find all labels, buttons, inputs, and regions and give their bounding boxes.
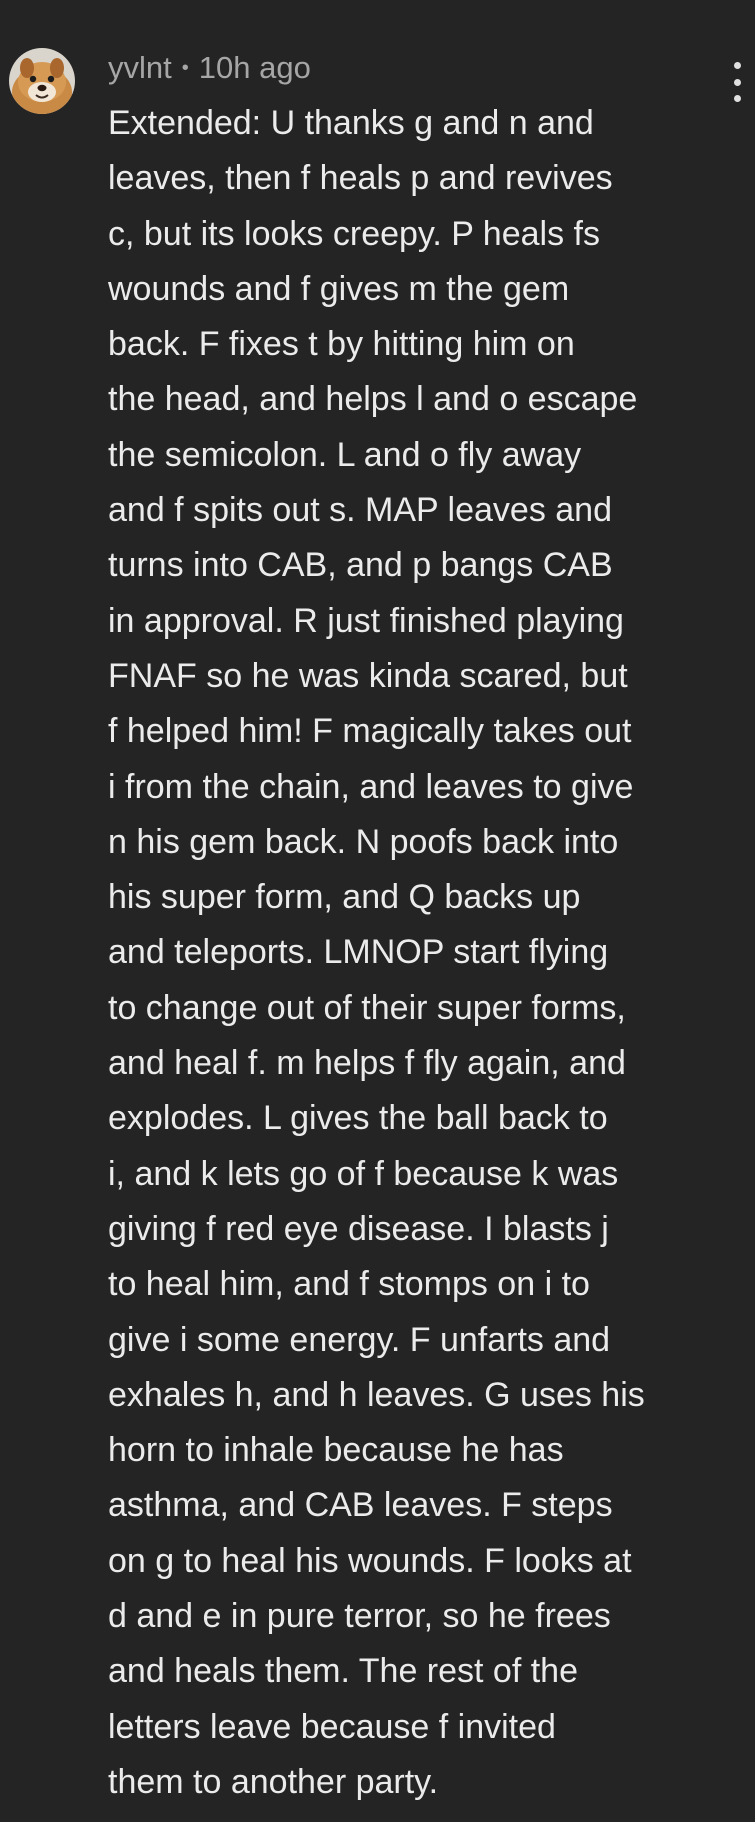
comment-text-line: giving f red eye disease. I blasts j bbox=[108, 1209, 609, 1248]
comment-text-line: Extended: U thanks g and n and bbox=[108, 104, 594, 142]
comment-text-line: asthma, and CAB leaves. F steps bbox=[108, 1486, 613, 1525]
comment-text-line: and f spits out s. MAP leaves and bbox=[108, 491, 612, 530]
comment-text-line: FNAF so he was kinda scared, but bbox=[108, 656, 628, 695]
menu-dot bbox=[733, 62, 741, 69]
comment-text-line: c, but its looks creepy. P heals fs bbox=[108, 214, 600, 253]
comment-text-line: give i some energy. F unfarts and bbox=[108, 1320, 611, 1359]
timestamp: 10h ago bbox=[198, 50, 311, 85]
comment-text-line: explodes. L gives the ball back to bbox=[108, 1099, 608, 1138]
comment-text-line: to heal him, and f stomps on i to bbox=[108, 1265, 590, 1304]
comment-text-line: n his gem back. N poofs back into bbox=[108, 822, 619, 861]
comment-text-line: letters leave because f invited bbox=[108, 1707, 556, 1746]
comment-text-line: leaves, then f heals p and revives bbox=[108, 159, 613, 198]
comment-text-line: the semicolon. L and o fly away bbox=[108, 435, 582, 474]
comment-text-line: d and e in pure terror, so he frees bbox=[108, 1597, 611, 1636]
comment-text-line: in approval. R just finished playing bbox=[108, 601, 624, 640]
comment-text-line: f helped him! F magically takes out bbox=[108, 712, 632, 751]
comment-body: Extended: U thanks g and n and leaves, t… bbox=[108, 96, 748, 1810]
comment-text-line: his super form, and Q backs up bbox=[108, 878, 581, 917]
author-name[interactable]: yvlnt bbox=[108, 50, 172, 86]
comment-text-line: the head, and helps l and o escape bbox=[108, 380, 638, 419]
comment-text-line: horn to inhale because he has bbox=[108, 1431, 564, 1470]
comment-text-line: back. F fixes t by hitting him on bbox=[108, 325, 575, 364]
comment-text-line: to change out of their super forms, bbox=[108, 988, 626, 1027]
meta-separator: • bbox=[181, 56, 189, 79]
comment-text-line: on g to heal his wounds. F looks at bbox=[108, 1541, 632, 1580]
comment-text-line: and teleports. LMNOP start flying bbox=[108, 933, 609, 972]
comment-text-line: wounds and f gives m the gem bbox=[108, 269, 570, 308]
comment-text-line: and heal f. m helps f fly again, and bbox=[108, 1044, 626, 1083]
comment-card: yvlnt • 10h ago Extended: U thanks g and… bbox=[0, 0, 755, 1822]
avatar[interactable] bbox=[9, 48, 75, 114]
comment-text-line: i, and k lets go of f because k was bbox=[108, 1154, 619, 1193]
comment-meta: yvlnt • 10h ago bbox=[108, 48, 311, 88]
comment-text-line: and heals them. The rest of the bbox=[108, 1652, 578, 1691]
menu-dot bbox=[733, 78, 741, 86]
comment-text-line: exhales h, and h leaves. G uses his bbox=[108, 1375, 645, 1414]
comment-text-line: turns into CAB, and p bangs CAB bbox=[108, 546, 613, 585]
dog-avatar-icon bbox=[9, 48, 75, 114]
comment-text-line: them to another party. bbox=[108, 1762, 439, 1801]
comment-text-line: i from the chain, and leaves to give bbox=[108, 767, 634, 806]
